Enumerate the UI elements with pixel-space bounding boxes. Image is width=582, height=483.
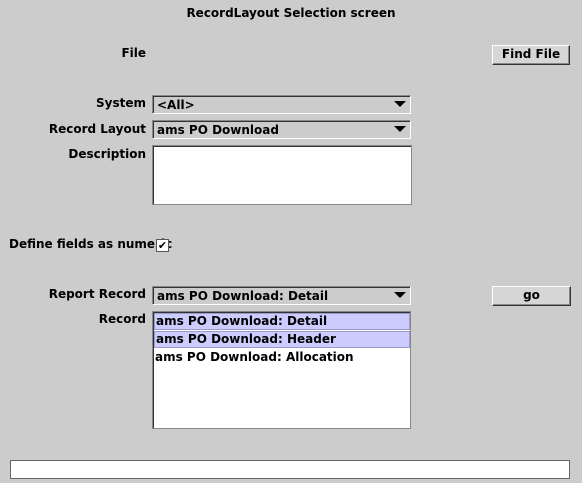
system-label: System [96,96,146,110]
description-textarea[interactable] [152,145,412,205]
chevron-down-icon[interactable] [394,292,406,298]
report-record-combo[interactable]: ams PO Download: Detail [152,286,411,305]
status-field [10,460,570,479]
description-label: Description [68,147,146,161]
record-label: Record [98,312,146,326]
numeric-checkbox[interactable]: ✔ [156,239,169,252]
system-value: <All> [157,98,195,112]
record-layout-combo[interactable]: ams PO Download [152,120,411,139]
record-layout-value: ams PO Download [157,123,279,137]
screen-title: RecordLayout Selection screen [186,6,396,20]
file-label: File [121,46,146,60]
find-file-button[interactable]: Find File [492,45,570,65]
system-combo[interactable]: <All> [152,95,411,114]
checkmark-icon: ✔ [157,239,168,252]
record-layout-label: Record Layout [48,122,146,136]
record-list[interactable]: ams PO Download: Detail ams PO Download:… [152,311,411,429]
numeric-label: Define fields as numeric [9,237,173,251]
chevron-down-icon[interactable] [394,101,406,107]
list-item-detail[interactable]: ams PO Download: Detail [154,313,410,330]
go-button[interactable]: go [492,286,571,306]
list-item-header[interactable]: ams PO Download: Header [154,331,410,348]
list-item-allocation[interactable]: ams PO Download: Allocation [154,349,410,366]
report-record-value: ams PO Download: Detail [157,289,329,303]
chevron-down-icon[interactable] [394,126,406,132]
report-record-label: Report Record [48,287,146,301]
